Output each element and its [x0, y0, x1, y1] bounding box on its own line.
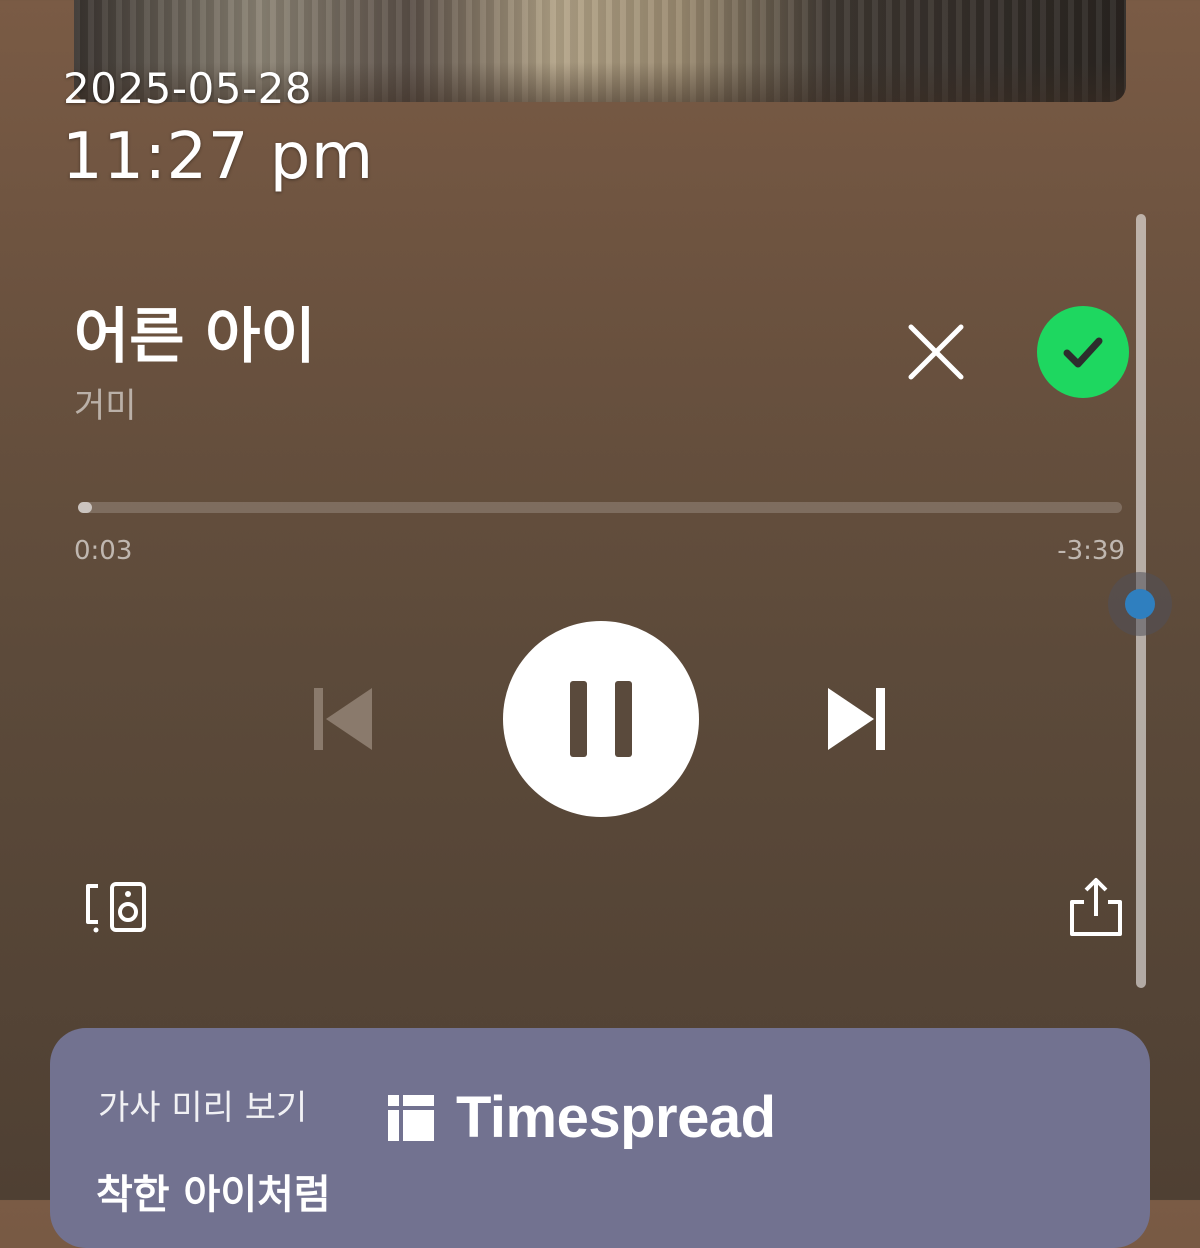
watermark-text: Timespread	[456, 1085, 776, 1150]
added-to-library-button[interactable]	[1037, 306, 1129, 398]
progress-bar[interactable]	[78, 502, 1122, 513]
scroll-thumb-dot	[1125, 589, 1155, 619]
skip-previous-icon	[314, 688, 372, 750]
timespread-logo-icon	[388, 1094, 434, 1141]
overlay-date: 2025-05-28	[63, 64, 313, 113]
pause-icon	[570, 681, 632, 757]
next-track-button[interactable]	[824, 684, 890, 754]
play-pause-button[interactable]	[503, 621, 699, 817]
close-icon	[908, 324, 964, 380]
connect-device-icon	[86, 882, 146, 933]
dismiss-button[interactable]	[902, 318, 970, 386]
share-button[interactable]	[1068, 876, 1124, 938]
lyrics-heading: 가사 미리 보기	[98, 1088, 308, 1128]
connect-device-button[interactable]	[82, 878, 150, 938]
share-icon	[1070, 878, 1122, 936]
progress-fill	[78, 502, 93, 513]
scroll-thumb[interactable]	[1108, 572, 1172, 636]
lyrics-first-line: 착한 아이처럼	[96, 1172, 331, 1218]
watermark: Timespread	[386, 1084, 776, 1151]
remaining-time: -3:39	[1057, 536, 1125, 566]
lyrics-preview-card[interactable]: 가사 미리 보기 Timespread 착한 아이처럼	[50, 1028, 1150, 1248]
check-icon	[1063, 337, 1103, 368]
track-title[interactable]: 어른 아이	[74, 288, 316, 375]
elapsed-time: 0:03	[74, 536, 133, 566]
track-artist[interactable]: 거미	[74, 378, 137, 427]
skip-next-icon	[828, 688, 885, 750]
overlay-time: 11:27 pm	[62, 120, 374, 194]
previous-track-button[interactable]	[310, 684, 376, 754]
